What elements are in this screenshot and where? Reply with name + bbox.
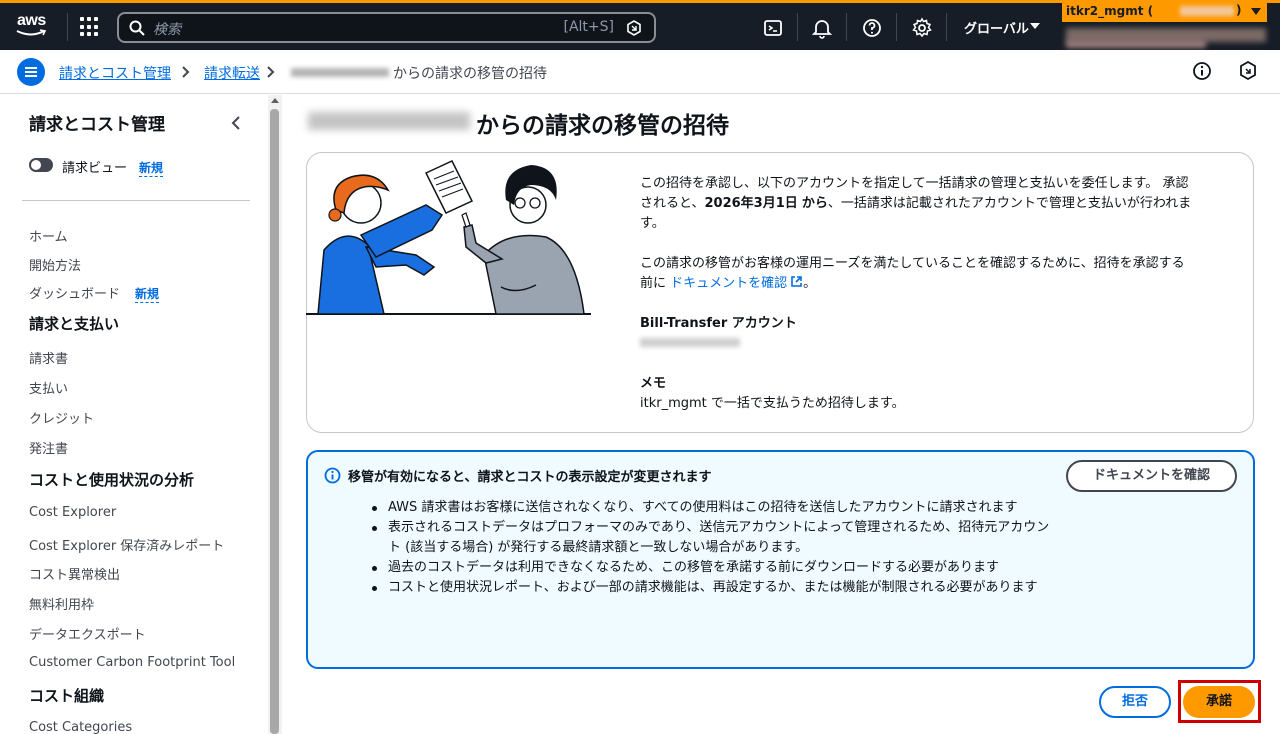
accept-button[interactable]: 承諾 [1183, 686, 1255, 718]
divider [946, 13, 947, 41]
sidebar-item-data-exports[interactable]: データエクスポート [29, 624, 146, 643]
amazon-q-icon[interactable] [626, 20, 642, 36]
info-icon [324, 467, 341, 484]
breadcrumb-account-redacted [291, 68, 389, 77]
sidebar-item-bills[interactable]: 請求書 [29, 348, 68, 367]
account-name[interactable]: itkr2_mgmt ( [1066, 4, 1153, 18]
confirm-text: この請求の移管がお客様の運用ニーズを満たしていることを確認するために、招待を承認… [640, 256, 1185, 291]
view-documentation-button[interactable]: ドキュメントを確認 [1066, 460, 1237, 492]
list-item: AWS 請求書はお客様に送信されなくなり、すべての使用料はこの招待を送信したアカ… [370, 498, 1060, 518]
sidebar-item-payments[interactable]: 支払い [29, 378, 68, 397]
bill-transfer-account-redacted [640, 338, 740, 347]
alert-title: 移管が有効になると、請求とコストの表示設定が変更されます [348, 470, 712, 485]
sidebar-item-home[interactable]: ホーム [29, 226, 68, 245]
sidebar: 請求とコスト管理 請求ビュー 新規 ホーム 開始方法 ダッシュボード 新規 請求… [0, 95, 268, 734]
sidebar-item-dashboard[interactable]: ダッシュボード [29, 283, 120, 302]
search-bar[interactable]: 検索 [Alt+S] [117, 12, 656, 43]
billing-view-label: 請求ビュー [62, 161, 128, 176]
breadcrumb-bill-transfer[interactable]: 請求転送 [204, 63, 260, 83]
sidebar-item-cost-anomaly-detection[interactable]: コスト異常検出 [29, 564, 120, 583]
breadcrumb-bar [0, 50, 1280, 94]
new-badge[interactable]: 新規 [135, 285, 160, 303]
chevron-right-icon [267, 66, 275, 78]
search-icon [129, 20, 145, 36]
nav-menu-icon[interactable] [17, 58, 45, 86]
account-caret-icon[interactable] [1251, 8, 1261, 15]
effective-date: 2026年3月1日 [704, 196, 798, 211]
sidebar-divider [22, 200, 250, 201]
documentation-link[interactable]: ドキュメントを確認 [670, 276, 787, 291]
region-caret-icon[interactable] [1030, 23, 1040, 29]
info-icon[interactable] [1192, 61, 1212, 81]
billing-view-toggle[interactable] [29, 158, 53, 172]
list-item: コストと使用状況レポート、および一部の請求機能は、再設定するか、または機能が制限… [370, 578, 1060, 598]
account-id-redacted [1180, 6, 1234, 16]
reject-button[interactable]: 拒否 [1099, 686, 1171, 718]
sidebar-item-purchase-orders[interactable]: 発注書 [29, 438, 68, 457]
breadcrumb-current: からの請求の移管の招待 [393, 66, 547, 82]
handover-illustration [306, 160, 591, 315]
chevron-right-icon [182, 66, 190, 78]
collapse-sidebar-icon[interactable] [230, 115, 242, 131]
search-input[interactable]: 検索 [153, 19, 181, 39]
divider [896, 13, 897, 41]
bill-transfer-account-heading: Bill-Transfer アカウント [640, 316, 797, 331]
intro-text: この招待を承認し、以下のアカウントを指定して一括請求の管理と支払いを委任します。… [640, 176, 1192, 231]
services-grid-icon[interactable] [80, 17, 100, 37]
list-item: 過去のコストデータは利用できなくなるため、この移管を承諾する前にダウンロードする… [370, 558, 1060, 578]
region-selector[interactable]: グローバル [964, 18, 1029, 37]
divider [846, 13, 847, 41]
divider [797, 13, 798, 41]
sidebar-item-carbon-footprint[interactable]: Customer Carbon Footprint Tool [29, 655, 235, 670]
account-info-redacted-2 [1066, 40, 1206, 48]
external-link-icon[interactable] [790, 275, 803, 288]
sidebar-heading-billing-payments: 請求と支払い [29, 315, 120, 333]
new-badge[interactable]: 新規 [139, 159, 164, 177]
scrollbar-thumb[interactable] [270, 109, 279, 734]
sidebar-item-cost-explorer-saved-reports[interactable]: Cost Explorer 保存済みレポート [29, 535, 224, 554]
sidebar-item-getting-started[interactable]: 開始方法 [29, 255, 81, 274]
aws-logo-text: aws [17, 12, 46, 29]
scroll-up-arrow-icon[interactable] [271, 98, 279, 103]
list-item: 表示されるコストデータはプロフォーマのみであり、送信元アカウントによって管理され… [370, 518, 1060, 558]
search-shortcut-hint: [Alt+S] [563, 19, 615, 35]
cloudshell-icon[interactable] [762, 17, 784, 39]
account-name-close: ) [1236, 3, 1242, 17]
sidebar-item-cost-explorer[interactable]: Cost Explorer [29, 505, 116, 520]
aws-smile-icon [16, 29, 46, 36]
sidebar-heading-cost-organization: コスト組織 [29, 687, 105, 705]
page-title: からの請求の移管の招待 [476, 113, 729, 139]
sidebar-item-cost-categories[interactable]: Cost Categories [29, 720, 132, 734]
breadcrumb-billing-cost-management[interactable]: 請求とコスト管理 [59, 63, 171, 83]
aws-logo[interactable]: aws [14, 9, 54, 43]
memo-heading: メモ [640, 376, 667, 391]
sidebar-scrollbar[interactable] [268, 95, 282, 734]
notifications-bell-icon[interactable] [811, 17, 833, 39]
memo-text: itkr_mgmt で一括で支払うため招待します。 [640, 396, 905, 411]
sidebar-item-credits[interactable]: クレジット [29, 408, 94, 427]
sidebar-heading-cost-usage-analysis: コストと使用状況の分析 [29, 471, 195, 489]
settings-gear-icon[interactable] [911, 17, 933, 39]
help-icon[interactable] [861, 17, 883, 39]
divider [67, 13, 68, 41]
amazon-q-icon[interactable] [1239, 61, 1257, 81]
sidebar-title: 請求とコスト管理 [29, 115, 165, 135]
title-account-redacted [308, 112, 470, 130]
alert-bullet-list: AWS 請求書はお客様に送信されなくなり、すべての使用料はこの招待を送信したアカ… [370, 498, 1060, 598]
sidebar-item-free-tier[interactable]: 無料利用枠 [29, 594, 94, 613]
